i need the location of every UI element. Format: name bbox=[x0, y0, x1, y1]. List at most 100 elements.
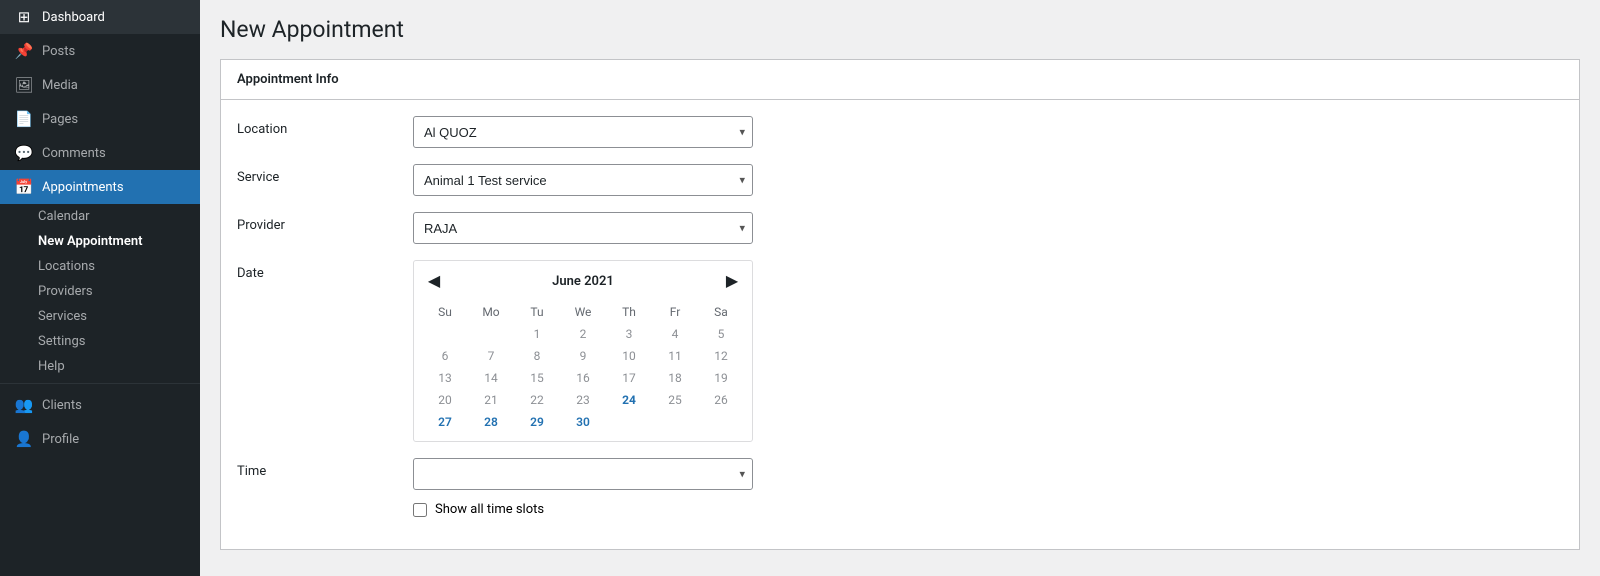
calendar-day: 16 bbox=[560, 367, 606, 389]
clients-icon: 👥 bbox=[14, 396, 34, 414]
calendar-day: 25 bbox=[652, 389, 698, 411]
calendar-day bbox=[606, 411, 652, 433]
calendar-week-row: 6789101112 bbox=[422, 345, 744, 367]
calendar-day[interactable]: 27 bbox=[422, 411, 468, 433]
calendar-week-row: 20212223242526 bbox=[422, 389, 744, 411]
sidebar-sub-calendar[interactable]: Calendar bbox=[0, 204, 200, 229]
calendar-weekday: Th bbox=[606, 301, 652, 323]
appointment-info-card: Appointment Info Location Al QUOZ Downto… bbox=[220, 59, 1580, 550]
sidebar-sub-new-appointment[interactable]: New Appointment bbox=[0, 229, 200, 254]
calendar-month-label: June 2021 bbox=[552, 274, 614, 289]
calendar-weekdays-row: SuMoTuWeThFrSa bbox=[422, 301, 744, 323]
sidebar-item-comments[interactable]: 💬 Comments bbox=[0, 136, 200, 170]
calendar-day: 8 bbox=[514, 345, 560, 367]
calendar-day[interactable]: 29 bbox=[514, 411, 560, 433]
service-row: Service Animal 1 Test service Service 2 … bbox=[237, 164, 1563, 196]
calendar-day: 5 bbox=[698, 323, 744, 345]
calendar-day: 13 bbox=[422, 367, 468, 389]
sidebar-sub-providers[interactable]: Providers bbox=[0, 279, 200, 304]
card-header: Appointment Info bbox=[221, 60, 1579, 100]
calendar-day: 11 bbox=[652, 345, 698, 367]
calendar-week-row: 27282930 bbox=[422, 411, 744, 433]
calendar-day: 19 bbox=[698, 367, 744, 389]
calendar-weekday: Sa bbox=[698, 301, 744, 323]
calendar-day: 9 bbox=[560, 345, 606, 367]
calendar-day: 10 bbox=[606, 345, 652, 367]
calendar-weekday: Fr bbox=[652, 301, 698, 323]
calendar-day: 3 bbox=[606, 323, 652, 345]
time-label: Time bbox=[237, 458, 397, 479]
date-row: Date ◀ June 2021 ▶ SuMoTuWeThFrSa 123456… bbox=[237, 260, 1563, 442]
location-label: Location bbox=[237, 116, 397, 137]
sidebar-item-posts[interactable]: 📌 Posts bbox=[0, 34, 200, 68]
calendar-day[interactable]: 24 bbox=[606, 389, 652, 411]
calendar-day bbox=[652, 411, 698, 433]
time-select-wrapper: ▾ bbox=[413, 458, 753, 490]
location-select[interactable]: Al QUOZ Downtown Marina bbox=[413, 116, 753, 148]
sidebar: ⊞ Dashboard 📌 Posts 🖼 Media 📄 Pages 💬 Co… bbox=[0, 0, 200, 576]
calendar-body: 1234567891011121314151617181920212223242… bbox=[422, 323, 744, 433]
page-title: New Appointment bbox=[220, 16, 1580, 43]
provider-select[interactable]: RAJA Provider 2 Provider 3 bbox=[413, 212, 753, 244]
sidebar-divider bbox=[0, 383, 200, 384]
calendar-day: 1 bbox=[514, 323, 560, 345]
sidebar-item-clients[interactable]: 👥 Clients bbox=[0, 388, 200, 422]
calendar-day: 26 bbox=[698, 389, 744, 411]
time-row: Time ▾ Show all time slots bbox=[237, 458, 1563, 517]
service-select-wrapper: Animal 1 Test service Service 2 Service … bbox=[413, 164, 753, 196]
calendar-day: 21 bbox=[468, 389, 514, 411]
appointments-icon: 📅 bbox=[14, 178, 34, 196]
calendar-day: 20 bbox=[422, 389, 468, 411]
show-all-slots-checkbox[interactable] bbox=[413, 503, 427, 517]
sidebar-sub-services[interactable]: Services bbox=[0, 304, 200, 329]
calendar-header: ◀ June 2021 ▶ bbox=[422, 269, 744, 293]
calendar-day: 12 bbox=[698, 345, 744, 367]
calendar-day bbox=[698, 411, 744, 433]
pages-icon: 📄 bbox=[14, 110, 34, 128]
service-label: Service bbox=[237, 164, 397, 185]
sidebar-sub-locations[interactable]: Locations bbox=[0, 254, 200, 279]
calendar-day bbox=[468, 323, 514, 345]
sidebar-item-appointments[interactable]: 📅 Appointments bbox=[0, 170, 200, 204]
sidebar-item-profile[interactable]: 👤 Profile bbox=[0, 422, 200, 456]
service-select[interactable]: Animal 1 Test service Service 2 Service … bbox=[413, 164, 753, 196]
calendar-day: 17 bbox=[606, 367, 652, 389]
calendar-day: 4 bbox=[652, 323, 698, 345]
sidebar-sub-settings[interactable]: Settings bbox=[0, 329, 200, 354]
provider-row: Provider RAJA Provider 2 Provider 3 ▾ bbox=[237, 212, 1563, 244]
sidebar-item-pages[interactable]: 📄 Pages bbox=[0, 102, 200, 136]
sidebar-item-dashboard[interactable]: ⊞ Dashboard bbox=[0, 0, 200, 34]
provider-label: Provider bbox=[237, 212, 397, 233]
calendar-day: 6 bbox=[422, 345, 468, 367]
calendar-weekday: Su bbox=[422, 301, 468, 323]
time-select[interactable] bbox=[413, 458, 753, 490]
provider-select-wrapper: RAJA Provider 2 Provider 3 ▾ bbox=[413, 212, 753, 244]
date-label: Date bbox=[237, 260, 397, 281]
calendar-weekday: Mo bbox=[468, 301, 514, 323]
calendar-next-button[interactable]: ▶ bbox=[720, 269, 744, 293]
calendar-week-row: 13141516171819 bbox=[422, 367, 744, 389]
calendar-weekday: We bbox=[560, 301, 606, 323]
sidebar-item-media[interactable]: 🖼 Media bbox=[0, 68, 200, 102]
posts-icon: 📌 bbox=[14, 42, 34, 60]
calendar-day: 2 bbox=[560, 323, 606, 345]
card-body: Location Al QUOZ Downtown Marina ▾ Servi… bbox=[221, 100, 1579, 549]
calendar-day[interactable]: 30 bbox=[560, 411, 606, 433]
sidebar-sub-help[interactable]: Help bbox=[0, 354, 200, 379]
location-row: Location Al QUOZ Downtown Marina ▾ bbox=[237, 116, 1563, 148]
show-all-slots-row: Show all time slots bbox=[413, 502, 753, 517]
profile-icon: 👤 bbox=[14, 430, 34, 448]
calendar-prev-button[interactable]: ◀ bbox=[422, 269, 446, 293]
calendar-day: 7 bbox=[468, 345, 514, 367]
calendar-day: 14 bbox=[468, 367, 514, 389]
calendar-day: 22 bbox=[514, 389, 560, 411]
calendar-day[interactable]: 28 bbox=[468, 411, 514, 433]
comments-icon: 💬 bbox=[14, 144, 34, 162]
show-all-slots-label[interactable]: Show all time slots bbox=[435, 502, 544, 517]
calendar-day: 23 bbox=[560, 389, 606, 411]
calendar-weekday: Tu bbox=[514, 301, 560, 323]
calendar-day: 15 bbox=[514, 367, 560, 389]
calendar-day: 18 bbox=[652, 367, 698, 389]
main-content: New Appointment Appointment Info Locatio… bbox=[200, 0, 1600, 576]
calendar-day bbox=[422, 323, 468, 345]
